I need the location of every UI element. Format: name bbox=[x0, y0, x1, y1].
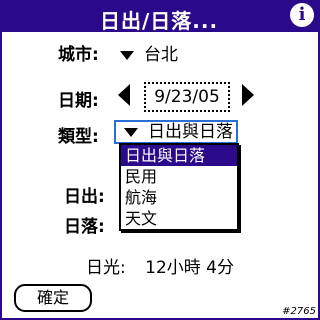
type-dropdown-list: 日出與日落 民用 航海 天文 bbox=[119, 143, 239, 231]
date-label: 日期: bbox=[58, 91, 99, 111]
footer-code: #2765 bbox=[282, 306, 316, 317]
city-value: 台北 bbox=[144, 45, 178, 65]
city-selector[interactable]: 台北 bbox=[120, 40, 178, 65]
info-icon[interactable]: i bbox=[290, 3, 314, 27]
type-value: 日出與日落 bbox=[148, 122, 233, 142]
daylight-row: 日光: 12小時 4分 bbox=[86, 253, 234, 278]
city-label: 城市: bbox=[58, 45, 99, 65]
dropdown-option[interactable]: 民用 bbox=[121, 166, 237, 187]
sunset-label: 日落: bbox=[64, 217, 105, 237]
next-date-arrow-icon[interactable] bbox=[242, 84, 254, 106]
type-selector[interactable]: 日出與日落 bbox=[114, 120, 238, 144]
title-bar: 日出/日落... i bbox=[0, 0, 320, 33]
dropdown-option[interactable]: 天文 bbox=[121, 208, 237, 229]
dropdown-option[interactable]: 日出與日落 bbox=[121, 145, 237, 166]
ok-button[interactable]: 確定 bbox=[14, 284, 92, 312]
type-label: 類型: bbox=[58, 127, 99, 147]
daylight-value: 12小時 4分 bbox=[145, 258, 234, 278]
chevron-down-icon bbox=[124, 127, 138, 137]
chevron-down-icon bbox=[120, 50, 134, 60]
sunrise-label: 日出: bbox=[64, 187, 105, 207]
dropdown-option[interactable]: 航海 bbox=[121, 187, 237, 208]
date-field[interactable]: 9/23/05 bbox=[144, 82, 230, 112]
window-title: 日出/日落... bbox=[100, 9, 219, 33]
daylight-label: 日光: bbox=[86, 258, 126, 278]
previous-date-arrow-icon[interactable] bbox=[118, 84, 130, 106]
